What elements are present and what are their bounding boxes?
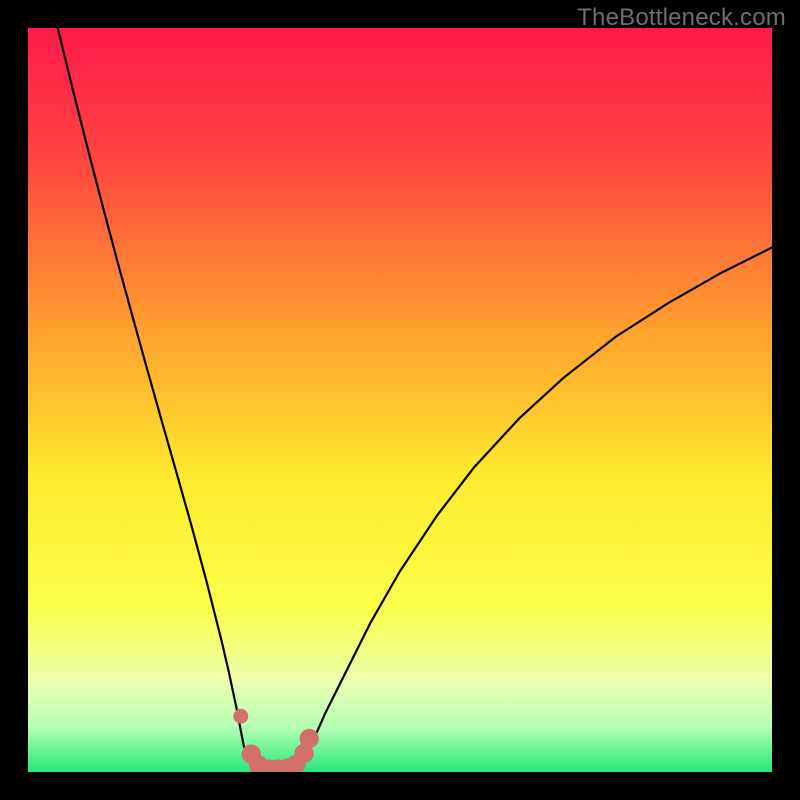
chart-background <box>28 28 772 772</box>
watermark-text: TheBottleneck.com <box>577 4 786 32</box>
marker-dot-0 <box>233 709 248 724</box>
chart-svg <box>28 28 772 772</box>
plot-area <box>28 28 772 772</box>
marker-dot-8 <box>300 729 319 748</box>
chart-frame: TheBottleneck.com <box>0 0 800 800</box>
